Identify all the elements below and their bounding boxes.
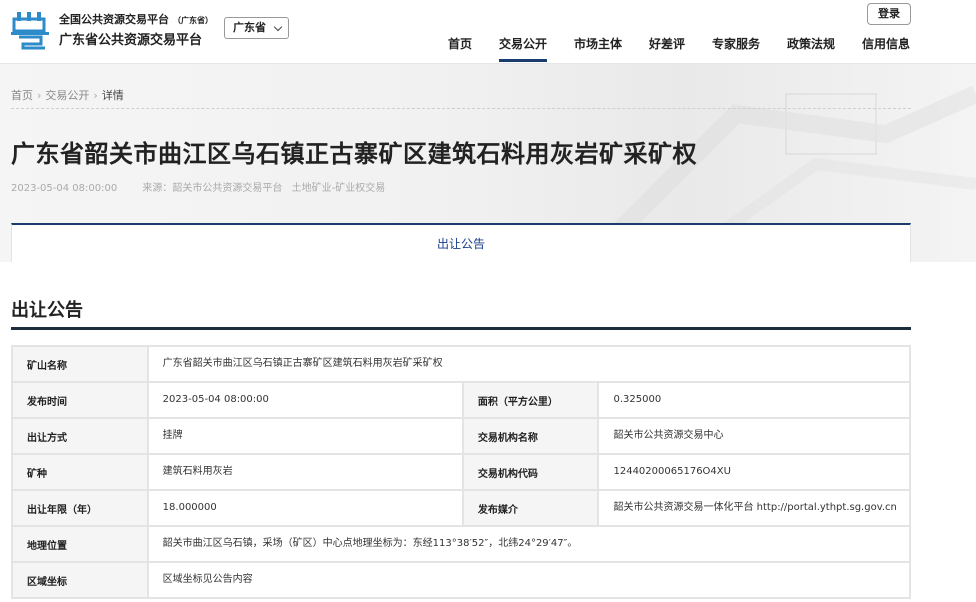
article-category: 土地矿业-矿业权交易 [291,183,386,194]
breadcrumb-separator: › [93,89,98,102]
site-name-text: 全国公共资源交易平台 [59,13,169,26]
area-label: 面积（平方公里） [461,381,600,419]
login-button[interactable]: 登录 [867,3,911,25]
nav-item-trading[interactable]: 交易公开 [499,35,548,62]
table-row: 区域坐标 区域坐标见公告内容 [11,561,912,599]
agency-code-value: 12440200065176O4XU [597,453,911,491]
mine-name-label: 矿山名称 [11,345,149,383]
publish-time-label: 发布时间 [11,381,149,419]
section-divider [11,327,911,330]
nav-item-credit[interactable]: 信用信息 [862,35,910,62]
location-label: 地理位置 [11,525,149,563]
table-row: 矿种 建筑石料用灰岩 交易机构代码 12440200065176O4XU [11,453,911,491]
area-value: 0.325000 [597,381,911,419]
table-row: 出让年限（年） 18.000000 发布媒介 韶关市公共资源交易一体化平台 ht… [11,489,911,527]
mineral-label: 矿种 [11,453,149,491]
coords-value: 区域坐标见公告内容 [146,561,912,599]
table-row: 发布时间 2023-05-04 08:00:00 面积（平方公里） 0.3250… [11,381,911,419]
nav-item-home[interactable]: 首页 [448,35,472,62]
breadcrumb: 首页 › 交易公开 › 详情 [11,87,124,103]
transfer-method-value: 挂牌 [146,417,464,455]
nav-item-rating[interactable]: 好差评 [649,35,685,62]
section-title: 出让公告 [11,300,83,321]
notice-info-table: 矿山名称 广东省韶关市曲江区乌石镇正古寨矿区建筑石料用灰岩矿采矿权 发布时间 2… [11,345,912,599]
region-select-value: 广东省 [233,21,266,34]
nav-item-market[interactable]: 市场主体 [574,35,622,62]
mine-name-value: 广东省韶关市曲江区乌石镇正古寨矿区建筑石料用灰岩矿采矿权 [146,345,912,383]
breadcrumb-home[interactable]: 首页 [11,89,33,102]
article-source: 来源：韶关市公共资源交易平台 [142,183,283,194]
transfer-method-label: 出让方式 [11,417,149,455]
mineral-value: 建筑石料用灰岩 [146,453,464,491]
term-value: 18.000000 [146,489,464,527]
breadcrumb-separator: › [37,89,42,102]
breadcrumb-current: 详情 [101,89,124,102]
article-date: 2023-05-04 08:00:00 [11,183,118,194]
location-value: 韶关市曲江区乌石镇，采场（矿区）中心点地理坐标为：东经113°38′52″，北纬… [146,525,912,563]
breadcrumb-divider [11,108,911,109]
publish-time-value: 2023-05-04 08:00:00 [146,381,464,419]
media-value: 韶关市公共资源交易一体化平台 http://portal.ythpt.sg.go… [597,489,911,527]
tab-transfer-notice[interactable]: 出让公告 [11,223,911,262]
site-region-tag: （广东省） [173,16,213,25]
table-row: 矿山名称 广东省韶关市曲江区乌石镇正古寨矿区建筑石料用灰岩矿采矿权 [11,345,912,383]
term-label: 出让年限（年） [11,489,149,527]
platform-name: 广东省公共资源交易平台 [59,33,203,48]
page-title: 广东省韶关市曲江区乌石镇正古寨矿区建筑石料用灰岩矿采矿权 [11,140,697,168]
logo-icon[interactable] [11,10,51,50]
breadcrumb-section[interactable]: 交易公开 [45,89,89,102]
site-header: 全国公共资源交易平台 （广东省） 广东省公共资源交易平台 广东省 登录 首页 交易… [0,0,976,64]
coords-label: 区域坐标 [11,561,149,599]
table-row: 出让方式 挂牌 交易机构名称 韶关市公共资源交易中心 [11,417,911,455]
article-meta: 2023-05-04 08:00:00 来源：韶关市公共资源交易平台 土地矿业-… [11,179,407,194]
agency-name-label: 交易机构名称 [461,417,600,455]
agency-code-label: 交易机构代码 [461,453,600,491]
article-hero: 首页 › 交易公开 › 详情 广东省韶关市曲江区乌石镇正古寨矿区建筑石料用灰岩矿采矿权 … [0,64,976,262]
table-row: 地理位置 韶关市曲江区乌石镇，采场（矿区）中心点地理坐标为：东经113°38′5… [11,525,912,563]
media-label: 发布媒介 [461,489,600,527]
agency-name-value: 韶关市公共资源交易中心 [597,417,911,455]
region-select[interactable]: 广东省 [224,17,289,39]
nav-item-experts[interactable]: 专家服务 [712,35,760,62]
chevron-down-icon [273,22,283,32]
nav-item-policy[interactable]: 政策法规 [787,35,835,62]
site-name: 全国公共资源交易平台 （广东省） [59,11,213,27]
